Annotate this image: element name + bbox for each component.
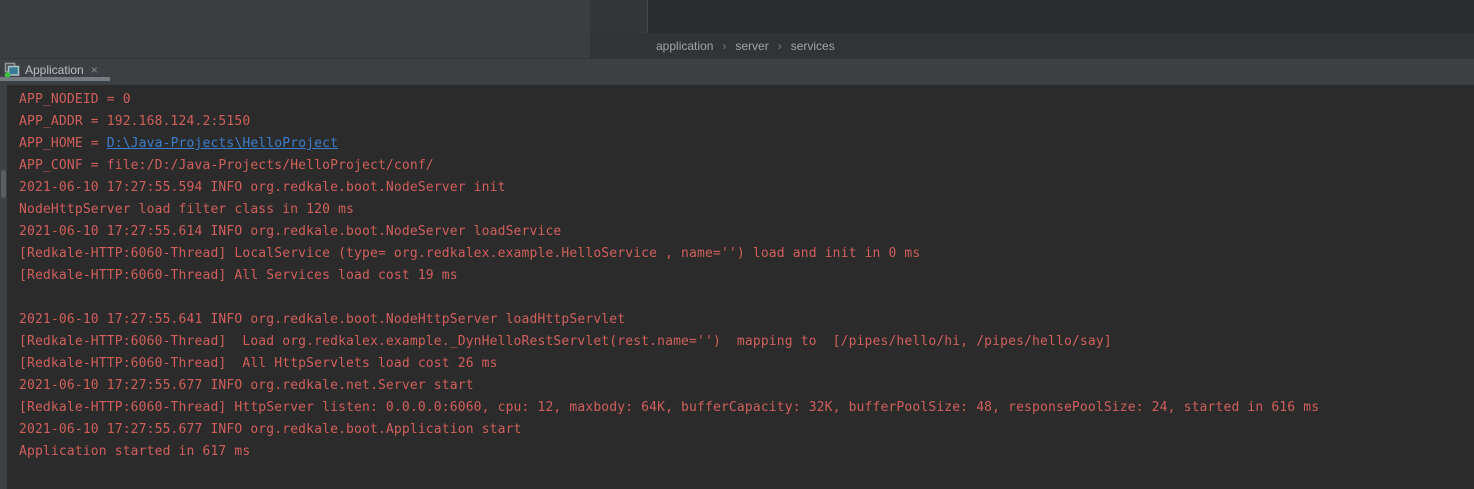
log-text: 2021-06-10 17:27:55.677 INFO org.redkale… bbox=[19, 422, 522, 437]
console-line: APP_CONF = file:/D:/Java-Projects/HelloP… bbox=[19, 155, 1474, 177]
run-console-icon bbox=[4, 62, 20, 78]
log-text: [Redkale-HTTP:6060-Thread] HttpServer li… bbox=[19, 400, 1319, 415]
close-icon[interactable]: × bbox=[91, 64, 98, 76]
breadcrumb-item-application[interactable]: application bbox=[656, 39, 713, 53]
console-line: 2021-06-10 17:27:55.641 INFO org.redkale… bbox=[19, 309, 1474, 331]
console-line: NodeHttpServer load filter class in 120 … bbox=[19, 199, 1474, 221]
ide-run-window: application › server › services Applicat… bbox=[0, 0, 1474, 489]
log-text: 2021-06-10 17:27:55.594 INFO org.redkale… bbox=[19, 180, 506, 195]
log-text: APP_NODEID = 0 bbox=[19, 92, 131, 107]
log-text: APP_CONF = file:/D:/Java-Projects/HelloP… bbox=[19, 158, 434, 173]
console-line: APP_ADDR = 192.168.124.2:5150 bbox=[19, 111, 1474, 133]
log-text: 2021-06-10 17:27:55.677 INFO org.redkale… bbox=[19, 378, 474, 393]
editor-pane-right bbox=[647, 0, 1474, 33]
console-line: APP_NODEID = 0 bbox=[19, 89, 1474, 111]
log-text: APP_ADDR = 192.168.124.2:5150 bbox=[19, 114, 250, 129]
log-text: [Redkale-HTTP:6060-Thread] LocalService … bbox=[19, 246, 920, 261]
chevron-right-icon: › bbox=[722, 39, 726, 53]
breadcrumb: application › server › services bbox=[590, 33, 1474, 58]
active-tab-underline bbox=[0, 77, 110, 81]
editor-gutter-strip bbox=[590, 0, 647, 33]
console-line: 2021-06-10 17:27:55.677 INFO org.redkale… bbox=[19, 375, 1474, 397]
editor-pane-left bbox=[0, 0, 590, 58]
console-line: 2021-06-10 17:27:55.594 INFO org.redkale… bbox=[19, 177, 1474, 199]
log-text: APP_HOME = bbox=[19, 136, 107, 151]
console-line bbox=[19, 287, 1474, 309]
console-line: [Redkale-HTTP:6060-Thread] All HttpServl… bbox=[19, 353, 1474, 375]
console-line: 2021-06-10 17:27:55.677 INFO org.redkale… bbox=[19, 419, 1474, 441]
log-text: [Redkale-HTTP:6060-Thread] Load org.redk… bbox=[19, 334, 1112, 349]
breadcrumb-item-services[interactable]: services bbox=[791, 39, 835, 53]
console-line: [Redkale-HTTP:6060-Thread] HttpServer li… bbox=[19, 397, 1474, 419]
console-line: 2021-06-10 17:27:55.614 INFO org.redkale… bbox=[19, 221, 1474, 243]
tab-application-label: Application bbox=[25, 63, 84, 77]
log-text: [Redkale-HTTP:6060-Thread] All HttpServl… bbox=[19, 356, 498, 371]
console-line: APP_HOME = D:\Java-Projects\HelloProject bbox=[19, 133, 1474, 155]
log-text: 2021-06-10 17:27:55.614 INFO org.redkale… bbox=[19, 224, 561, 239]
log-text: Application started in 617 ms bbox=[19, 444, 250, 459]
breadcrumb-item-server[interactable]: server bbox=[735, 39, 768, 53]
console-line: [Redkale-HTTP:6060-Thread] All Services … bbox=[19, 265, 1474, 287]
console-log-lines: APP_NODEID = 0 APP_ADDR = 192.168.124.2:5… bbox=[0, 89, 1474, 463]
chevron-right-icon: › bbox=[778, 39, 782, 53]
run-tab-bar: Application × bbox=[0, 58, 1474, 85]
console-line: [Redkale-HTTP:6060-Thread] LocalService … bbox=[19, 243, 1474, 265]
log-text: NodeHttpServer load filter class in 120 … bbox=[19, 202, 354, 217]
console-line: [Redkale-HTTP:6060-Thread] Load org.redk… bbox=[19, 331, 1474, 353]
log-text: 2021-06-10 17:27:55.641 INFO org.redkale… bbox=[19, 312, 625, 327]
file-path-link[interactable]: D:\Java-Projects\HelloProject bbox=[107, 136, 338, 151]
console-output: APP_NODEID = 0 APP_ADDR = 192.168.124.2:5… bbox=[0, 85, 1474, 489]
console-line: Application started in 617 ms bbox=[19, 441, 1474, 463]
log-text: [Redkale-HTTP:6060-Thread] All Services … bbox=[19, 268, 458, 283]
